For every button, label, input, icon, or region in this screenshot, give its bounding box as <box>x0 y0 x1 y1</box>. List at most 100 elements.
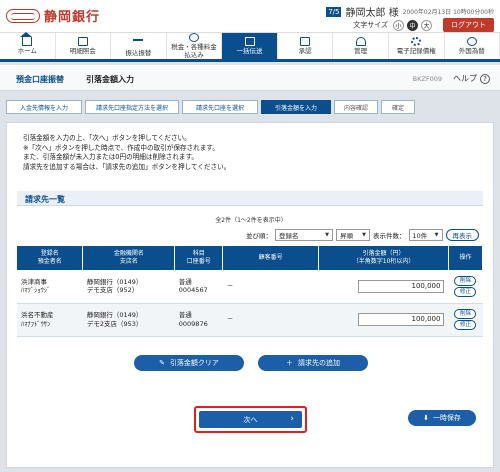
billing-table: 登録名 預金者名 金融機関名 支店名 科目 口座番号 顧客番号 引落金額（円） … <box>17 246 484 337</box>
add-payer-button[interactable]: ＋ 請求先の追加 <box>258 355 368 371</box>
operation-cell: 削除 修正 <box>448 303 483 337</box>
column-header: 引落金額（円） （半角数字10桁以内） <box>318 246 449 270</box>
screen-id: BKZF009 <box>412 75 442 83</box>
customer-number: － <box>222 303 319 337</box>
column-header: 科目 口座番号 <box>174 246 224 270</box>
per-page-value: 10件 <box>412 232 428 240</box>
last-login-time: 2000年02月13日 10時00分00秒 <box>402 9 494 16</box>
payer-cell: 浜名不動産 ﾊﾏﾅﾌﾄﾞｳｻﾝ <box>17 303 83 337</box>
nav-label: 税金・各種料金 払込み <box>171 43 217 59</box>
nav-management[interactable]: 管理 <box>333 33 389 59</box>
instruction-line: ※「次へ」ボタンを押した時点で、作成中の取引が保存されます。 <box>23 143 219 152</box>
global-nav: ホーム 明細照会 振込振替 税金・各種料金 払込み 一括伝送 承認 管理 電子記… <box>0 31 500 62</box>
nav-batch-transmission[interactable]: 一括伝送 <box>222 33 278 59</box>
transfer-icon <box>133 39 144 48</box>
amount-input[interactable]: 100,000 <box>358 279 445 293</box>
font-size-small-button[interactable]: 小 <box>393 19 404 31</box>
amount-cell: 100,000 <box>318 303 449 337</box>
nav-statements[interactable]: 明細照会 <box>56 33 112 59</box>
branch-name-code: デモ支店（952） <box>86 286 139 295</box>
manage-icon <box>355 36 366 46</box>
next-button-highlight: 次へ › <box>194 406 307 433</box>
sort-field-value: 登録名 <box>279 232 299 240</box>
payer-kana: ﾊﾏﾅﾌﾄﾞｳｻﾝ <box>21 319 51 328</box>
main-panel: 引落金額を入力の上、「次へ」ボタンを押してください。 ※「次へ」ボタンを押した時… <box>6 122 494 468</box>
bank-cell: 静岡銀行（0149） デモ支店（952） <box>82 270 175 304</box>
delete-button[interactable]: 削除 <box>454 309 477 319</box>
nav-label: 管理 <box>354 46 368 55</box>
bank-name: 静岡銀行 <box>44 10 101 25</box>
logout-button[interactable]: ログアウト <box>443 18 494 32</box>
account-cell: 普通 0009876 <box>174 303 223 337</box>
chevron-down-icon: ▼ <box>362 232 366 238</box>
redisplay-button[interactable]: 再表示 <box>445 229 479 241</box>
per-page-select[interactable]: 10件 ▼ <box>408 229 443 241</box>
temporary-save-label: 一時保存 <box>432 414 461 422</box>
sort-controls: 並び順： 登録名 ▼ 昇順 ▼ 表示件数： 10件 ▼ 再表示 <box>246 229 479 241</box>
home-icon <box>20 31 33 46</box>
clear-amount-label: 引落金額クリア <box>169 359 219 367</box>
column-header: 金融機関名 支店名 <box>82 246 176 270</box>
nav-electronic-claims[interactable]: 電子記録債権 <box>389 33 445 59</box>
sort-order-value: 昇順 <box>340 232 353 240</box>
account-number: 0004567 <box>178 286 208 295</box>
next-button[interactable]: 次へ › <box>199 411 302 428</box>
amount-cell: 100,000 <box>318 270 449 304</box>
download-icon: ⬇ <box>423 414 429 422</box>
nav-label: 承認 <box>298 46 312 55</box>
nav-label: 振込振替 <box>125 49 152 58</box>
user-id-badge: 7/5 <box>326 6 342 17</box>
font-size-medium-button[interactable]: 中 <box>407 19 418 31</box>
table-row: 浜津商事 ﾊﾏﾂﾞｼｮｳｼﾞ 静岡銀行（0149） デモ支店（952） 普通 0004… <box>17 270 483 304</box>
step-item: 入金先情報を入力 <box>6 100 82 114</box>
column-header: 操作 <box>448 246 484 270</box>
column-header: 顧客番号 <box>222 246 320 270</box>
edit-button[interactable]: 修正 <box>454 286 477 297</box>
nav-transfer[interactable]: 振込振替 <box>111 33 167 59</box>
chevron-down-icon: ▼ <box>434 232 439 238</box>
sort-order-select[interactable]: 昇順 ▼ <box>336 229 370 241</box>
account-cell: 普通 0004567 <box>174 270 223 304</box>
table-row: 浜名不動産 ﾊﾏﾅﾌﾄﾞｳｻﾝ 静岡銀行（0149） デモ2支店（953） 普通 00… <box>17 303 483 337</box>
step-item: 確定 <box>381 100 415 114</box>
payer-name: 浜津商事 <box>21 277 47 286</box>
step-item: 請求先口座指定方法を選択 <box>85 100 179 114</box>
batch-icon <box>244 36 255 46</box>
account-type: 普通 <box>178 277 192 286</box>
user-area: 7/5 静岡太郎 様 2000年02月13日 10時00分00秒 <box>326 4 494 19</box>
bank-cell: 静岡銀行（0149） デモ2支店（953） <box>82 303 175 337</box>
account-number: 0009876 <box>178 319 208 328</box>
clear-amount-button[interactable]: ✎ 引落金額クリア <box>134 355 244 371</box>
delete-button[interactable]: 削除 <box>454 275 477 286</box>
progress-steps: 入金先情報を入力 請求先口座指定方法を選択 請求先口座を選択 引落金額を入力 内… <box>6 100 494 114</box>
nav-approval[interactable]: 承認 <box>278 33 334 59</box>
table-actions: ✎ 引落金額クリア ＋ 請求先の追加 <box>7 355 495 371</box>
bank-logo[interactable]: 静岡銀行 <box>6 6 100 25</box>
approve-icon <box>300 36 311 46</box>
result-count: 全2件（1～2件を表示中） <box>215 217 287 224</box>
payer-cell: 浜津商事 ﾊﾏﾂﾞｼｮｳｼﾞ <box>17 270 83 304</box>
instruction-line: また、引落金額が未入力または0円の明細は削除されます。 <box>23 153 198 161</box>
gear-icon <box>411 36 422 46</box>
edit-button[interactable]: 修正 <box>454 320 477 330</box>
font-size-large-button[interactable]: 大 <box>421 19 432 31</box>
nav-tax-payment[interactable]: 税金・各種料金 払込み <box>167 33 223 59</box>
help-link[interactable]: ヘルプ? <box>453 73 490 84</box>
help-label: ヘルプ <box>453 74 477 83</box>
add-payer-label: 請求先の追加 <box>298 359 340 367</box>
nav-home[interactable]: ホーム <box>0 31 56 59</box>
per-page-label: 表示件数： <box>373 232 406 240</box>
yen-icon <box>188 33 199 43</box>
nav-foreign-exchange[interactable]: 外国為替 <box>445 33 500 59</box>
top-header: 静岡銀行 7/5 静岡太郎 様 2000年02月13日 10時00分00秒 文字… <box>0 0 500 32</box>
instructions: 引落金額を入力の上、「次へ」ボタンを押してください。 ※「次へ」ボタンを押した時… <box>23 134 230 172</box>
section-header: 請求先一覧 <box>17 191 483 206</box>
nav-label: 明細照会 <box>69 46 96 55</box>
breadcrumb: 預金口座振替 <box>16 75 64 84</box>
step-item-current: 引落金額を入力 <box>261 100 331 114</box>
temporary-save-button[interactable]: ⬇ 一時保存 <box>408 410 476 426</box>
plus-icon: ＋ <box>286 359 293 367</box>
amount-input[interactable]: 100,000 <box>358 313 445 326</box>
sort-field-select[interactable]: 登録名 ▼ <box>275 229 333 241</box>
payer-kana: ﾊﾏﾂﾞｼｮｳｼﾞ <box>21 286 51 295</box>
